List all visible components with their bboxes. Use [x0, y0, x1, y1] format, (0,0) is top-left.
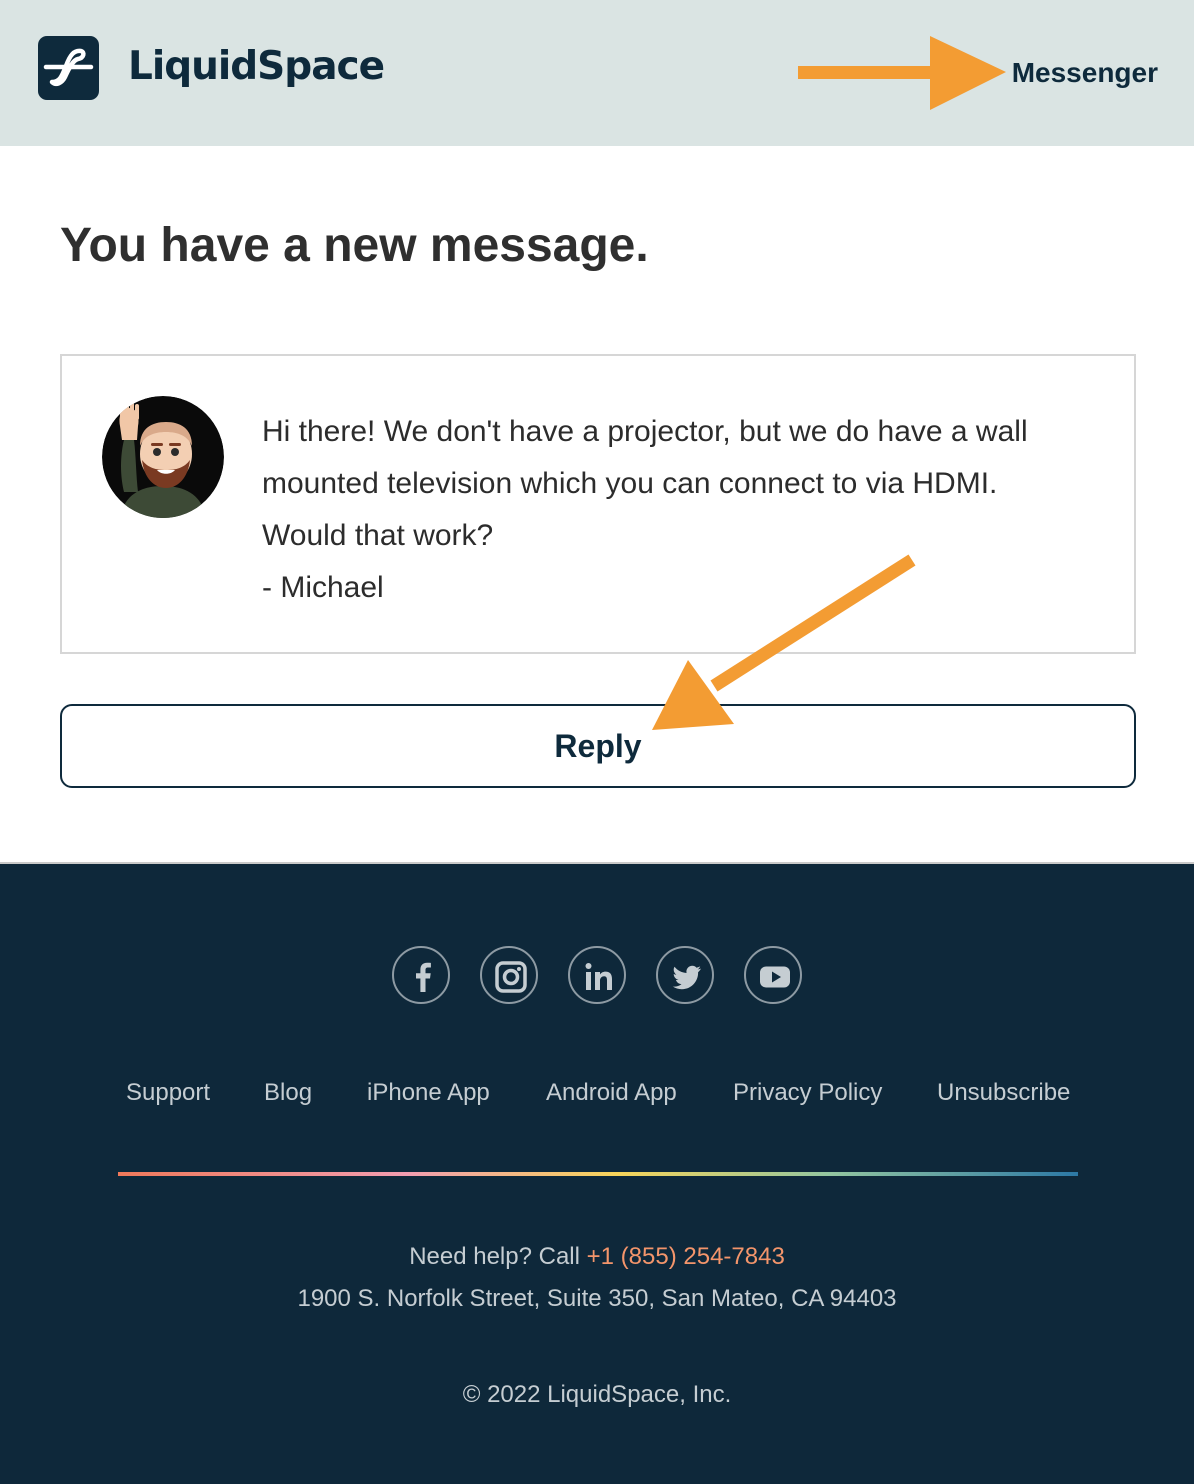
linkedin-icon[interactable] [568, 946, 626, 1004]
footer-link-support[interactable]: Support [126, 1078, 210, 1108]
instagram-icon[interactable] [480, 946, 538, 1004]
message-line: Hi there! We don't have a projector, but… [262, 415, 1028, 552]
social-links [392, 946, 804, 1006]
footer-link-android-app[interactable]: Android App [546, 1078, 677, 1108]
reply-button[interactable]: Reply [60, 704, 1136, 788]
twitter-icon[interactable] [656, 946, 714, 1004]
footer-link-privacy-policy[interactable]: Privacy Policy [733, 1078, 882, 1108]
footer-link-iphone-app[interactable]: iPhone App [367, 1078, 490, 1108]
help-text: Need help? Call +1 (855) 254-7843 [0, 1242, 1194, 1272]
copyright: © 2022 LiquidSpace, Inc. [462, 1381, 732, 1408]
footer-link-blog[interactable]: Blog [264, 1078, 312, 1108]
youtube-icon[interactable] [744, 946, 802, 1004]
phone-link[interactable]: +1 (855) 254-7843 [587, 1243, 785, 1270]
brand-name[interactable]: LiquidSpace [128, 42, 385, 92]
gradient-divider [118, 1172, 1078, 1176]
email-footer: Support Blog iPhone App Android App Priv… [0, 862, 1194, 1484]
message-card: Hi there! We don't have a projector, but… [60, 354, 1136, 654]
facebook-icon[interactable] [392, 946, 450, 1004]
message-text: Hi there! We don't have a projector, but… [262, 406, 1082, 614]
message-signature: - Michael [262, 571, 384, 604]
annotation-arrow-icon [798, 36, 1006, 110]
email-header: LiquidSpace Messenger [0, 0, 1194, 146]
messenger-link[interactable]: Messenger [1012, 56, 1158, 90]
footer-links: Support Blog iPhone App Android App Priv… [0, 1078, 1194, 1110]
page-title: You have a new message. [60, 219, 649, 272]
liquidspace-logo-icon[interactable] [38, 36, 99, 100]
company-address: 1900 S. Norfolk Street, Suite 350, San M… [297, 1285, 897, 1312]
help-prefix: Need help? Call [409, 1243, 587, 1270]
footer-link-unsubscribe[interactable]: Unsubscribe [937, 1078, 1070, 1108]
avatar [102, 396, 224, 518]
